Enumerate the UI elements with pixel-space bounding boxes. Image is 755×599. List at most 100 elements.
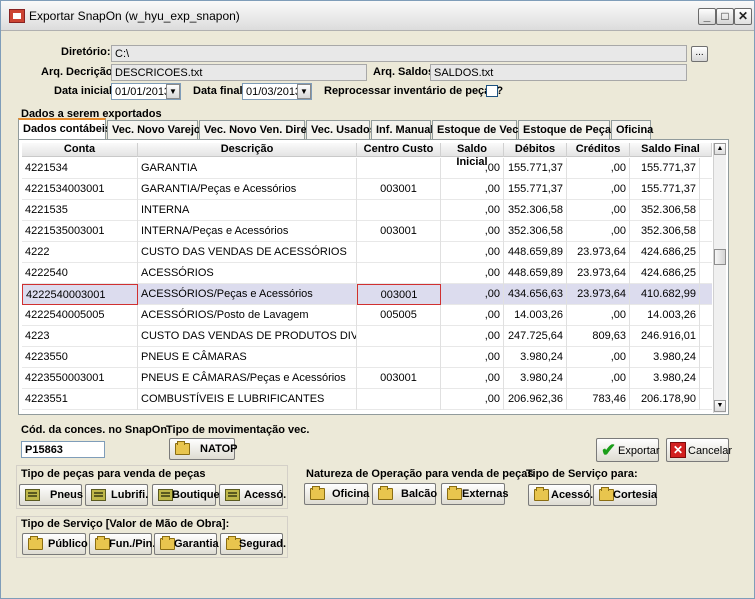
cell-descricao[interactable]: ACESSÓRIOS/Posto de Lavagem	[138, 305, 357, 326]
tab-vec-novo-varejo[interactable]: Vec. Novo Varejo	[107, 120, 201, 139]
table-row[interactable]: 4222540 ACESSÓRIOS ,00 448.659,89 23.973,64 4…	[22, 263, 712, 284]
cell-conta[interactable]: 4222540005005	[22, 305, 138, 326]
cell-saldo-inicial[interactable]: ,00	[441, 368, 504, 389]
cell-conta[interactable]: 4222540	[22, 263, 138, 284]
cell-creditos[interactable]: ,00	[567, 305, 630, 326]
cell-saldo-final[interactable]: 206.178,90	[630, 389, 700, 410]
cell-conta[interactable]: 4223	[22, 326, 138, 347]
cell-debitos[interactable]: 448.659,89	[504, 242, 567, 263]
cell-saldo-final[interactable]: 3.980,24	[630, 368, 700, 389]
cell-creditos[interactable]: 809,63	[567, 326, 630, 347]
cell-debitos[interactable]: 352.306,58	[504, 200, 567, 221]
garantia-button[interactable]: Garantia	[154, 533, 219, 555]
cell-saldo-inicial[interactable]: ,00	[441, 389, 504, 410]
segurad-button[interactable]: Segurad.	[220, 533, 286, 555]
header-debitos[interactable]: Débitos	[504, 143, 567, 157]
cell-centro-custo[interactable]: 003001	[357, 368, 441, 389]
cell-saldo-inicial[interactable]: ,00	[441, 221, 504, 242]
cell-creditos[interactable]: 23.973,64	[567, 263, 630, 284]
cod-conces-field[interactable]: P15863	[21, 441, 105, 458]
tab-inf-manual[interactable]: Inf. Manual	[371, 120, 433, 139]
cell-conta[interactable]: 4222	[22, 242, 138, 263]
servico-acessorios-button[interactable]: Acessó.	[528, 484, 593, 506]
table-row[interactable]: 4223550003001 PNEUS E CÂMARAS/Peças e Ace…	[22, 368, 712, 389]
cell-saldo-final[interactable]: 352.306,58	[630, 200, 700, 221]
close-button[interactable]: ✕	[734, 8, 752, 25]
header-saldo-inicial[interactable]: Saldo Inicial	[441, 143, 504, 168]
cell-debitos[interactable]: 155.771,37	[504, 158, 567, 179]
cell-saldo-inicial[interactable]: ,00	[441, 326, 504, 347]
table-row[interactable]: 4223551 COMBUSTÍVEIS E LUBRIFICANTES ,00 20…	[22, 389, 712, 410]
maximize-button[interactable]: □	[716, 8, 734, 25]
acessorios-button[interactable]: Acessó.	[219, 484, 286, 506]
cell-saldo-inicial[interactable]: ,00	[441, 347, 504, 368]
cell-saldo-final[interactable]: 246.916,01	[630, 326, 700, 347]
cancelar-button[interactable]: ✕ Cancelar	[666, 438, 732, 462]
table-row[interactable]: 4221534003001 GARANTIA/Peças e Acessórios…	[22, 179, 712, 200]
cell-debitos[interactable]: 352.306,58	[504, 221, 567, 242]
cell-descricao[interactable]: GARANTIA/Peças e Acessórios	[138, 179, 357, 200]
cell-centro-custo[interactable]	[357, 326, 441, 347]
cell-conta[interactable]: 4221535	[22, 200, 138, 221]
cell-saldo-final[interactable]: 424.686,25	[630, 242, 700, 263]
cell-debitos[interactable]: 434.656,63	[504, 284, 567, 305]
cell-descricao[interactable]: ACESSÓRIOS	[138, 263, 357, 284]
cell-centro-custo[interactable]	[357, 347, 441, 368]
table-row[interactable]: 4221535003001 INTERNA/Peças e Acessórios 0…	[22, 221, 712, 242]
cell-descricao[interactable]: CUSTO DAS VENDAS DE PRODUTOS DIVERSOS	[138, 326, 357, 347]
cell-creditos[interactable]: ,00	[567, 179, 630, 200]
table-row[interactable]: 4221534 GARANTIA ,00 155.771,37,00 155.771,3…	[22, 158, 712, 179]
cell-saldo-inicial[interactable]: ,00	[441, 200, 504, 221]
servico-cortesia-button[interactable]: Cortesia	[593, 484, 657, 506]
publico-button[interactable]: Público	[22, 533, 88, 555]
chevron-down-icon[interactable]: ▼	[297, 84, 311, 99]
cell-debitos[interactable]: 14.003,26	[504, 305, 567, 326]
cell-centro-custo[interactable]	[357, 158, 441, 179]
cell-centro-custo[interactable]: 003001	[357, 284, 441, 305]
cell-creditos[interactable]: 23.973,64	[567, 284, 630, 305]
cell-conta[interactable]: 4221535003001	[22, 221, 138, 242]
cell-debitos[interactable]: 3.980,24	[504, 368, 567, 389]
cell-debitos[interactable]: 206.962,36	[504, 389, 567, 410]
header-conta[interactable]: Conta	[22, 143, 138, 157]
lubrificantes-button[interactable]: Lubrifi.	[85, 484, 148, 506]
cell-centro-custo[interactable]	[357, 389, 441, 410]
browse-button[interactable]: ...	[691, 46, 708, 62]
cell-saldo-inicial[interactable]: ,00	[441, 284, 504, 305]
table-row[interactable]: 4223550 PNEUS E CÂMARAS ,00 3.980,24,00 3.98…	[22, 347, 712, 368]
cell-creditos[interactable]: 783,46	[567, 389, 630, 410]
reprocessar-checkbox[interactable]	[486, 85, 498, 97]
tab-estoque-de-pecas[interactable]: Estoque de Peças	[518, 120, 617, 139]
title-bar[interactable]: Exportar SnapOn (w_hyu_exp_snapon) _ □ ✕	[1, 1, 754, 31]
header-centro-custo[interactable]: Centro Custo	[357, 143, 441, 157]
exportar-button[interactable]: ✔ Exportar	[596, 438, 660, 462]
boutique-button[interactable]: Boutique	[152, 484, 220, 506]
tab-estoque-de-vec[interactable]: Estoque de Vec.	[432, 120, 521, 139]
cell-centro-custo[interactable]: 005005	[357, 305, 441, 326]
chevron-down-icon[interactable]: ▼	[166, 84, 180, 99]
cell-saldo-final[interactable]: 410.682,99	[630, 284, 700, 305]
natureza-oficina-button[interactable]: Oficina	[304, 483, 369, 505]
cell-saldo-final[interactable]: 155.771,37	[630, 158, 700, 179]
cell-conta[interactable]: 4221534	[22, 158, 138, 179]
cell-centro-custo[interactable]	[357, 200, 441, 221]
scroll-down-icon[interactable]: ▼	[714, 400, 726, 412]
diretorio-field[interactable]: C:\	[111, 45, 687, 62]
tab-dados-contabeis[interactable]: Dados contábeis	[18, 118, 111, 140]
cell-saldo-inicial[interactable]: ,00	[441, 263, 504, 284]
cell-debitos[interactable]: 3.980,24	[504, 347, 567, 368]
cell-centro-custo[interactable]	[357, 263, 441, 284]
cell-descricao[interactable]: GARANTIA	[138, 158, 357, 179]
cell-conta[interactable]: 4221534003001	[22, 179, 138, 200]
cell-debitos[interactable]: 448.659,89	[504, 263, 567, 284]
cell-saldo-inicial[interactable]: ,00	[441, 305, 504, 326]
cell-saldo-final[interactable]: 3.980,24	[630, 347, 700, 368]
header-descricao[interactable]: Descrição	[138, 143, 357, 157]
cell-creditos[interactable]: ,00	[567, 347, 630, 368]
cell-saldo-final[interactable]: 424.686,25	[630, 263, 700, 284]
arq-saldos-field[interactable]: SALDOS.txt	[430, 64, 687, 81]
grid-scrollbar[interactable]: ▲ ▼	[713, 143, 726, 413]
cell-descricao[interactable]: ACESSÓRIOS/Peças e Acessórios	[138, 284, 357, 305]
table-row[interactable]: 4223CUSTO DAS VENDAS DE PRODUTOS DIVERSO…	[22, 326, 712, 347]
cell-centro-custo[interactable]	[357, 242, 441, 263]
